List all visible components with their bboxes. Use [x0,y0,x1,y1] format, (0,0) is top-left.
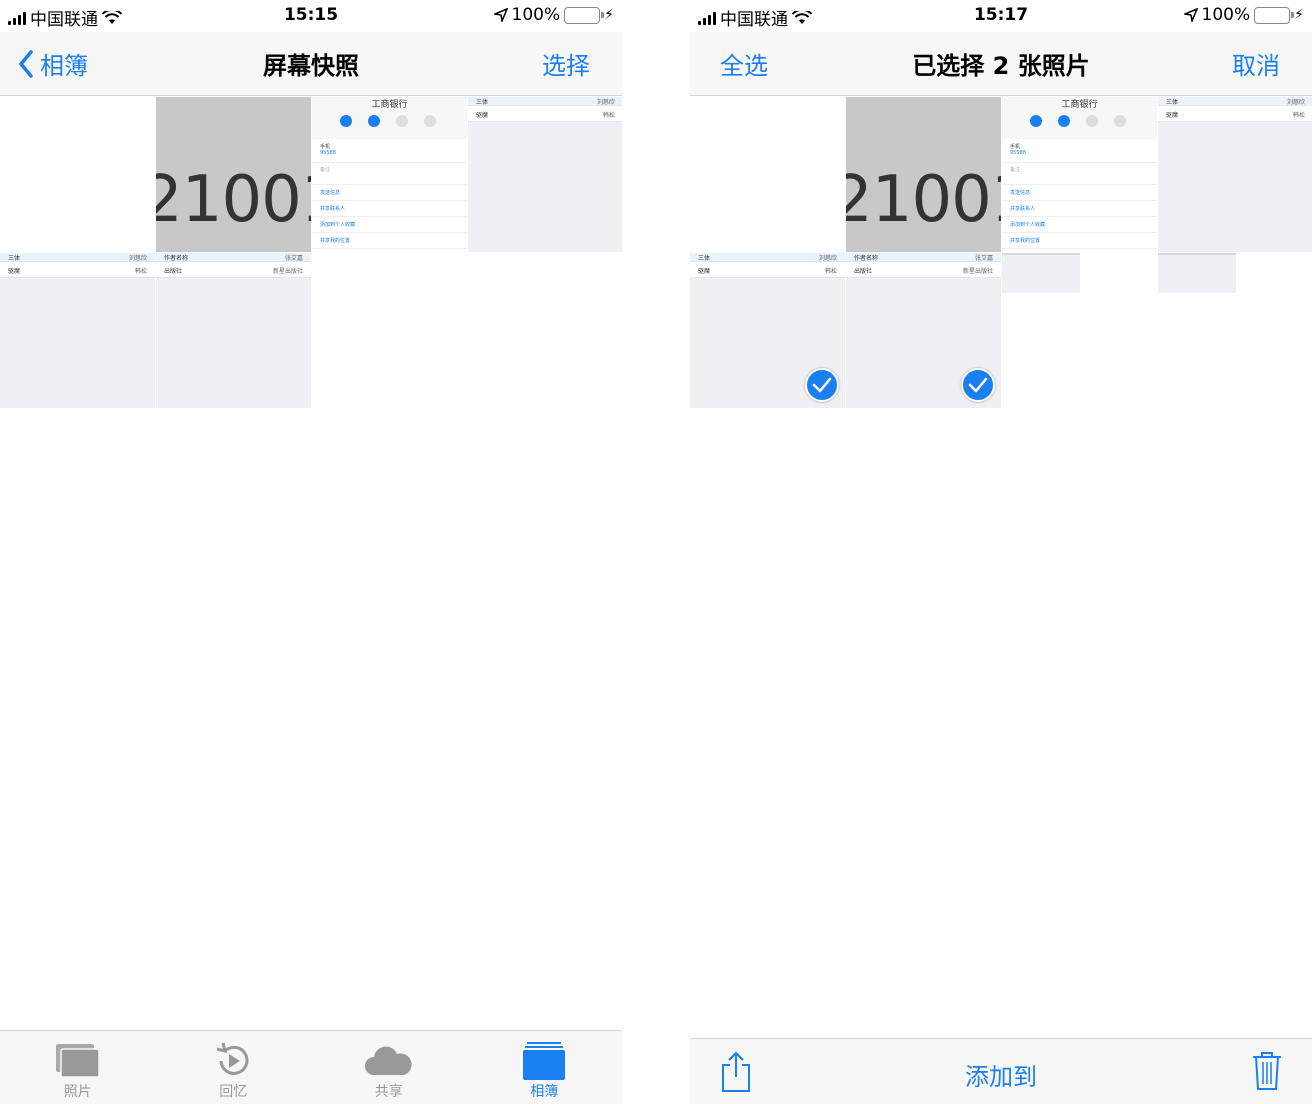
tab-photos[interactable]: 照片 [0,1031,156,1104]
phone-label: 手机 [1010,144,1021,150]
battery-percent: 100% [511,5,561,25]
cloud-icon [364,1046,412,1075]
list-cell: 韩松 [1292,112,1305,119]
photo-thumbnail[interactable] [0,97,155,252]
cancel-button[interactable]: 取消 [1232,46,1280,81]
photo-thumbnail-selected[interactable]: 作者名称 张艾嘉 出版社 新星出版社 [846,253,1001,408]
memories-icon [216,1042,249,1075]
contact-link: 添加到个人收藏 [1002,217,1157,233]
delete-button[interactable] [1252,1051,1282,1095]
nav-bar: 相簿 屏幕快照 选择 [0,32,622,96]
albums-icon [523,1042,566,1080]
location-icon [1183,8,1198,22]
left-screen: 中国联通 15:15 100% ⚡ 相簿 屏幕快照 选择 21001 工商银行 … [0,0,622,1104]
tab-label: 相簿 [530,1084,559,1100]
list-cell: 刘慈欣 [1286,99,1305,106]
list-cell: 新星出版社 [272,268,303,275]
photo-thumbnail[interactable]: 21001 [846,97,1001,252]
select-button[interactable]: 选择 [542,46,590,81]
photo-thumbnail[interactable]: 三体 刘慈欣 驱魔 韩松 [468,97,622,252]
list-cell: 张艾嘉 [974,255,993,262]
list-cell: 三体 [8,255,21,262]
list-cell: 刘慈欣 [128,255,147,262]
contact-link: 发送信息 [1002,185,1157,201]
add-to-button[interactable]: 添加到 [690,1057,1312,1092]
battery-percent: 100% [1201,5,1251,25]
photo-thumbnail[interactable]: 三体 刘慈欣 驱魔 韩松 [0,253,155,408]
photo-thumbnail[interactable]: 三体 刘慈欣 驱魔 韩松 [1158,97,1312,252]
right-screen: 中国联通 15:17 100% ⚡ 全选 已选择 2 张照片 取消 21001 … [690,0,1312,1104]
list-cell: 驱魔 [1166,112,1179,119]
photo-thumbnail[interactable]: 工商银行 手机 95588 备注 发送信息 共享联系人 添加到个人收藏 共享我的位… [1002,97,1157,252]
thumbnail-number: 21001 [156,163,311,237]
contact-name: 工商银行 [1061,100,1098,110]
thumbnail-fragment [1158,253,1236,293]
contact-link: 共享我的位置 [1002,233,1157,249]
list-cell: 刘慈欣 [596,99,615,106]
list-cell: 驱魔 [698,268,711,275]
checkmark-icon [961,368,995,402]
list-cell: 张艾嘉 [284,255,303,262]
page-title: 已选择 2 张照片 [912,52,1090,80]
location-icon [493,8,508,22]
checkmark-icon [805,368,839,402]
contact-link: 发送信息 [312,185,467,201]
photo-thumbnail[interactable]: 作者名称 张艾嘉 出版社 新星出版社 [156,253,311,408]
tab-label: 照片 [63,1084,92,1100]
tab-albums[interactable]: 相簿 [467,1031,623,1104]
tab-memories[interactable]: 回忆 [156,1031,312,1104]
contact-link: 添加到个人收藏 [312,217,467,233]
list-cell: 韩松 [134,268,147,275]
list-cell: 作者名称 [164,255,189,262]
tab-bar: 照片 回忆 共享 相簿 [0,1030,622,1104]
photo-thumbnail[interactable]: 工商银行 手机 95588 备注 发送信息 共享联系人 添加到个人收藏 共享我的位… [312,97,467,252]
phone-number: 95588 [320,150,336,156]
battery-icon [1254,6,1295,24]
contact-link: 共享联系人 [1002,201,1157,217]
contact-link: 共享我的位置 [312,233,467,249]
list-cell: 新星出版社 [962,268,993,275]
list-cell: 驱魔 [8,268,21,275]
status-bar: 中国联通 15:17 100% ⚡ [690,0,1312,32]
contact-name: 工商银行 [371,100,408,110]
photos-icon [55,1044,100,1078]
tab-label: 共享 [374,1084,403,1100]
thumbnail-fragment [1002,253,1080,293]
photo-thumbnail-selected[interactable]: 三体 刘慈欣 驱魔 韩松 [690,253,845,408]
tab-label: 回忆 [219,1084,248,1100]
contact-link: 共享联系人 [312,201,467,217]
phone-number: 95588 [1010,150,1026,156]
list-cell: 三体 [1166,99,1179,106]
bottom-toolbar: 添加到 [690,1038,1312,1104]
list-cell: 韩松 [602,112,615,119]
photo-thumbnail[interactable]: 21001 [156,97,311,252]
charging-icon: ⚡ [1294,7,1304,23]
tab-shared[interactable]: 共享 [311,1031,467,1104]
list-cell: 作者名称 [854,255,879,262]
trash-icon [1253,1052,1281,1090]
list-cell: 出版社 [164,268,183,275]
list-cell: 出版社 [854,268,873,275]
photo-thumbnail[interactable] [690,97,845,252]
charging-icon: ⚡ [604,7,614,23]
phone-label: 手机 [320,144,331,150]
nav-bar: 全选 已选择 2 张照片 取消 [690,32,1312,96]
page-title: 屏幕快照 [263,52,359,80]
note-label: 备注 [312,163,467,185]
list-cell: 韩松 [824,268,837,275]
thumbnail-number: 21001 [846,163,1001,237]
battery-icon [564,6,605,24]
list-cell: 三体 [698,255,711,262]
list-cell: 三体 [476,99,489,106]
list-cell: 驱魔 [476,112,489,119]
status-bar: 中国联通 15:15 100% ⚡ [0,0,622,32]
note-label: 备注 [1002,163,1157,185]
list-cell: 刘慈欣 [818,255,837,262]
